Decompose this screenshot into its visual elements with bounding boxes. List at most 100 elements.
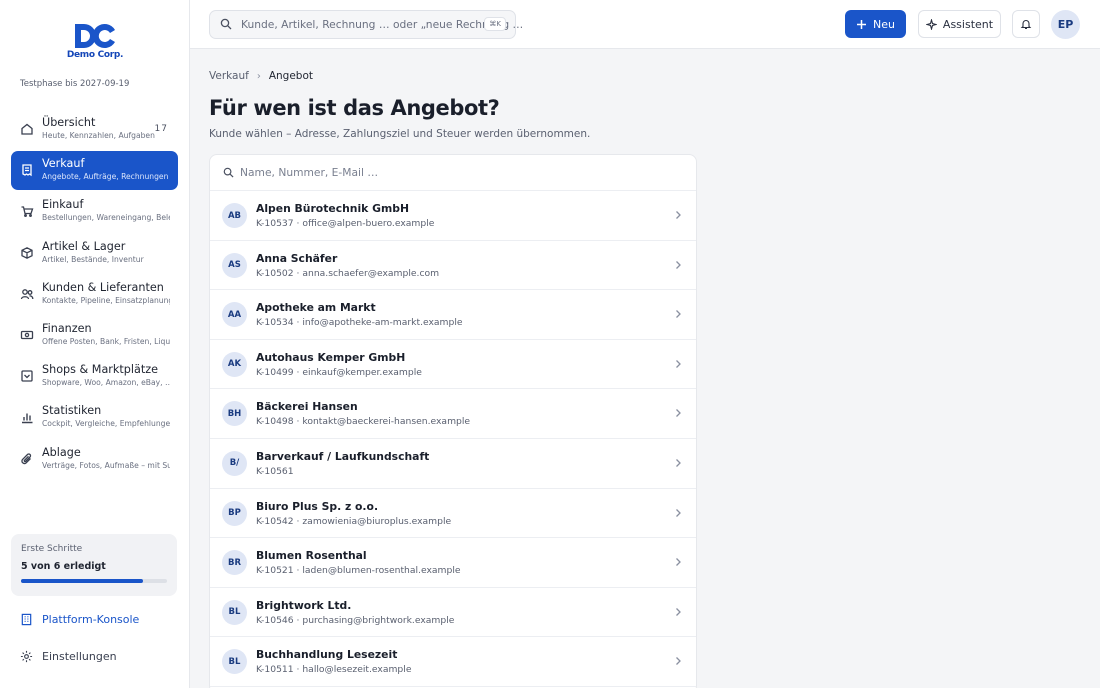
user-avatar[interactable]: EP xyxy=(1051,10,1080,39)
bar-chart-icon xyxy=(22,413,33,424)
customer-avatar: AA xyxy=(222,302,247,328)
chevron-right-icon xyxy=(676,508,681,517)
banknote-icon xyxy=(20,330,34,340)
breadcrumb: Verkauf › Angebot xyxy=(209,70,313,82)
sidebar-item-ablage[interactable]: Ablage Verträge, Fotos, Aufmaße – mit Su… xyxy=(11,440,178,479)
notifications-button[interactable] xyxy=(1012,10,1040,38)
customer-meta: K-10498 · kontakt@baeckerei-hansen.examp… xyxy=(256,416,471,428)
customer-name: Alpen Bürotechnik GmbH xyxy=(256,202,409,215)
customer-name: Blumen Rosenthal xyxy=(256,549,367,563)
platform-console-label: Plattform-Konsole xyxy=(42,612,140,626)
customer-row[interactable]: AK Autohaus Kemper GmbH K-10499 · einkauf@… xyxy=(210,340,696,390)
customer-name: Buchhandlung Lesezeit xyxy=(256,648,398,662)
sidebar: Demo Corp. Testphase bis 2027-09-19 Über… xyxy=(0,0,190,688)
chevron-right-icon xyxy=(676,310,681,319)
chevron-right-icon xyxy=(676,211,681,219)
search-icon xyxy=(220,18,232,30)
customer-search-input[interactable]: Name, Nummer, E-Mail … xyxy=(210,155,696,191)
sidebar-item-label: Statistiken xyxy=(42,404,102,418)
logo-mark-icon xyxy=(75,24,115,48)
customer-meta: K-10546 · purchasing@brightwork.example xyxy=(256,614,455,626)
progress-text: 5 von 6 erledigt xyxy=(21,561,106,572)
customer-row[interactable]: BR Blumen Rosenthal K-10521 · laden@blumen… xyxy=(210,538,696,588)
sidebar-item-label: Ablage xyxy=(42,445,81,459)
page-title: Für wen ist das Angebot? xyxy=(209,96,500,120)
sidebar-item-einkauf[interactable]: Einkauf Bestellungen, Wareneingang, Bele… xyxy=(11,192,178,231)
customer-avatar: AS xyxy=(222,252,247,278)
breadcrumb-current: Angebot xyxy=(268,70,313,82)
gear-icon xyxy=(20,650,33,662)
customer-avatar: BR xyxy=(222,550,247,576)
sidebar-item-kunden-lieferanten[interactable]: Kunden & Lieferanten Kontakte, Pipeline,… xyxy=(11,275,178,314)
customer-row[interactable]: AB Alpen Bürotechnik GmbH K-10537 · office… xyxy=(210,191,696,241)
customer-meta: K-10561 xyxy=(256,465,294,477)
sidebar-item-shops[interactable]: Shops & Marktplätze Shopware, Woo, Amazo… xyxy=(11,357,178,396)
plus-icon xyxy=(857,19,867,29)
customer-meta: K-10502 · anna.schaefer@example.com xyxy=(256,267,440,279)
search-icon xyxy=(223,167,234,178)
paperclip-icon xyxy=(21,452,32,464)
global-search-placeholder: Kunde, Artikel, Rechnung … oder „neue Re… xyxy=(241,18,524,31)
customer-name: Brightwork Ltd. xyxy=(256,598,352,612)
page-subtitle: Kunde wählen – Adresse, Zahlungsziel und… xyxy=(209,128,591,140)
sidebar-item-label: Finanzen xyxy=(42,321,92,335)
sidebar-item-label: Kunden & Lieferanten xyxy=(42,280,164,294)
customer-row[interactable]: BL Brightwork Ltd. K-10546 · purchasing@br… xyxy=(210,588,696,638)
customer-row[interactable]: BL Buchhandlung Lesezeit K-10511 · hallo@l… xyxy=(210,637,696,687)
chevron-right-icon xyxy=(676,607,681,616)
customer-name: Anna Schäfer xyxy=(256,251,338,265)
sidebar-item-statistiken[interactable]: Statistiken Cockpit, Vergleiche, Empfehl… xyxy=(11,398,178,437)
sidebar-item-sub: Verträge, Fotos, Aufmaße – mit Suche xyxy=(42,460,170,470)
sidebar-item-count: 17 xyxy=(154,124,168,134)
customer-row[interactable]: BH Bäckerei Hansen K-10498 · kontakt@baeck… xyxy=(210,389,696,439)
platform-console-link[interactable]: Plattform-Konsole xyxy=(20,611,139,627)
sidebar-item-uebersicht[interactable]: Übersicht Heute, Kennzahlen, Aufgaben 17 xyxy=(11,110,178,149)
customer-row[interactable]: B/Barverkauf / Laufkundschaft K-10561 xyxy=(210,439,696,489)
customer-row[interactable]: BP Biuro Plus Sp. z o.o. K-10542 · zamowie… xyxy=(210,489,696,539)
sidebar-item-sub: Offene Posten, Bank, Fristen, Liquidität xyxy=(42,336,170,346)
customer-meta: K-10499 · einkauf@kemper.example xyxy=(256,366,422,378)
customer-avatar: AK xyxy=(222,351,247,377)
customer-row[interactable]: AA Apotheke am Markt K-10534 · info@apothe… xyxy=(210,290,696,340)
sidebar-item-label: Shops & Marktplätze xyxy=(42,363,158,377)
customer-meta: K-10534 · info@apotheke-am-markt.example xyxy=(256,317,463,329)
settings-label: Einstellungen xyxy=(42,649,117,663)
customer-name: Biuro Plus Sp. z o.o. xyxy=(256,499,379,513)
customer-meta: K-10511 · hallo@lesezeit.example xyxy=(256,664,412,676)
customer-meta: K-10521 · laden@blumen-rosenthal.example xyxy=(256,565,461,577)
chevron-right-icon xyxy=(676,409,681,418)
onboarding-progress-card[interactable]: Erste Schritte 5 von 6 erledigt xyxy=(11,534,177,596)
logo[interactable]: Demo Corp. xyxy=(0,22,190,60)
logo-text: Demo Corp. xyxy=(66,50,124,60)
receipt-icon xyxy=(22,164,32,177)
chevron-right-icon xyxy=(676,260,681,269)
sidebar-item-sub: Kontakte, Pipeline, Einsatzplanung xyxy=(42,295,170,305)
trial-text: Testphase bis 2027-09-19 xyxy=(20,79,130,89)
customer-row[interactable]: AS Anna Schäfer K-10502 · anna.schaefer@ex… xyxy=(210,241,696,291)
search-shortcut-badge: ⌘K xyxy=(484,17,506,31)
customer-list: AB Alpen Bürotechnik GmbH K-10537 · office… xyxy=(210,191,696,687)
sidebar-item-sub: Shopware, Woo, Amazon, eBay, … xyxy=(42,378,170,388)
chevron-right-icon xyxy=(676,359,681,368)
settings-link[interactable]: Einstellungen xyxy=(20,648,117,664)
box-icon xyxy=(21,246,33,259)
progress-title: Erste Schritte xyxy=(21,544,83,554)
sidebar-nav: Übersicht Heute, Kennzahlen, Aufgaben 17… xyxy=(11,110,178,481)
assistant-button[interactable]: Assistent xyxy=(918,10,1001,38)
sidebar-item-finanzen[interactable]: Finanzen Offene Posten, Bank, Fristen, L… xyxy=(11,316,178,355)
sidebar-item-artikel-lager[interactable]: Artikel & Lager Artikel, Bestände, Inven… xyxy=(11,234,178,273)
global-search-input[interactable]: Kunde, Artikel, Rechnung … oder „neue Re… xyxy=(209,10,523,39)
chevron-right-icon: › xyxy=(256,70,261,82)
sidebar-item-sub: Artikel, Bestände, Inventur xyxy=(42,254,144,264)
customer-avatar: BL xyxy=(222,599,247,625)
customer-name: Autohaus Kemper GmbH xyxy=(256,350,406,364)
bell-icon xyxy=(1020,20,1032,30)
sidebar-item-sub: Heute, Kennzahlen, Aufgaben xyxy=(42,131,155,140)
progress-bar-fill xyxy=(21,579,143,583)
cart-icon xyxy=(21,206,34,218)
new-button[interactable]: Neu xyxy=(845,10,906,38)
sidebar-item-verkauf[interactable]: Verkauf Angebote, Aufträge, Rechnungen xyxy=(11,151,178,191)
breadcrumb-parent-link[interactable]: Verkauf xyxy=(209,70,249,82)
home-icon xyxy=(21,123,33,135)
customer-name: Bäckerei Hansen xyxy=(256,400,358,414)
